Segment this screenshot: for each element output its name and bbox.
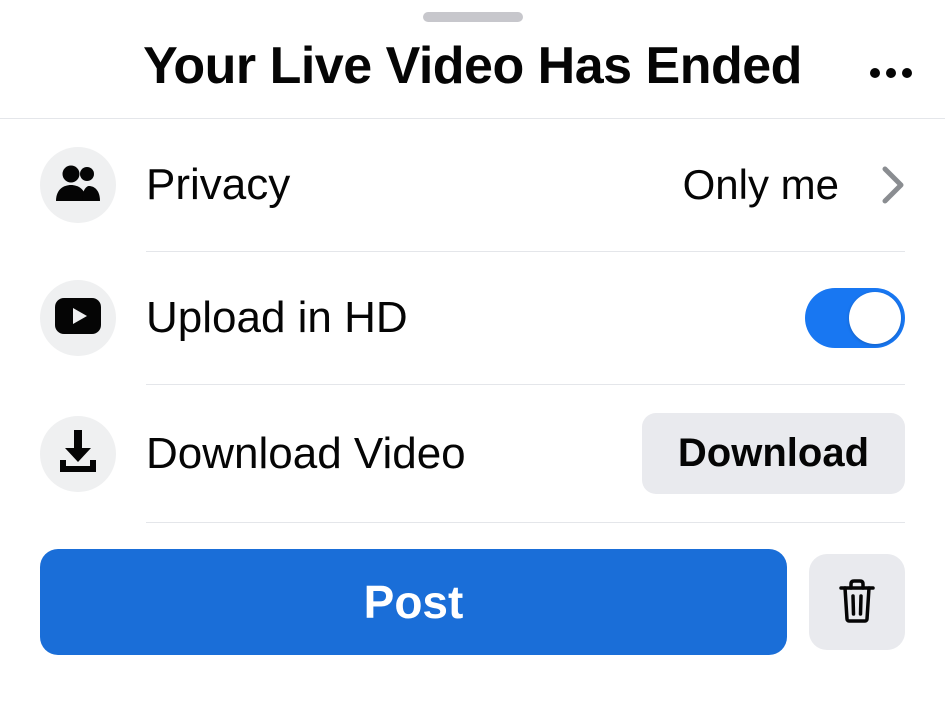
more-options-button[interactable] — [869, 46, 913, 86]
download-video-row: Download Video Download — [0, 385, 945, 522]
chevron-right-icon — [881, 165, 905, 205]
video-play-icon — [55, 298, 101, 339]
toggle-knob — [849, 292, 901, 344]
upload-hd-row: Upload in HD — [0, 252, 945, 384]
icon-container — [40, 147, 116, 223]
icon-container — [40, 416, 116, 492]
sheet-header: Your Live Video Has Ended — [0, 36, 945, 118]
audience-icon — [56, 163, 100, 208]
live-video-ended-sheet: Your Live Video Has Ended Privacy — [0, 0, 945, 705]
privacy-label: Privacy — [146, 160, 653, 210]
trash-icon — [838, 579, 876, 626]
icon-container — [40, 280, 116, 356]
download-button[interactable]: Download — [642, 413, 905, 494]
footer-actions: Post — [0, 523, 945, 655]
more-horizontal-icon — [869, 41, 913, 90]
delete-button[interactable] — [809, 554, 905, 650]
privacy-row[interactable]: Privacy Only me — [0, 119, 945, 251]
page-title: Your Live Video Has Ended — [143, 36, 802, 96]
upload-hd-label: Upload in HD — [146, 293, 775, 343]
privacy-value: Only me — [683, 161, 839, 209]
drag-handle[interactable] — [423, 12, 523, 22]
download-video-label: Download Video — [146, 429, 612, 479]
upload-hd-toggle[interactable] — [805, 288, 905, 348]
post-button[interactable]: Post — [40, 549, 787, 655]
options-list: Privacy Only me Upload in HD — [0, 119, 945, 523]
download-icon — [58, 430, 98, 477]
